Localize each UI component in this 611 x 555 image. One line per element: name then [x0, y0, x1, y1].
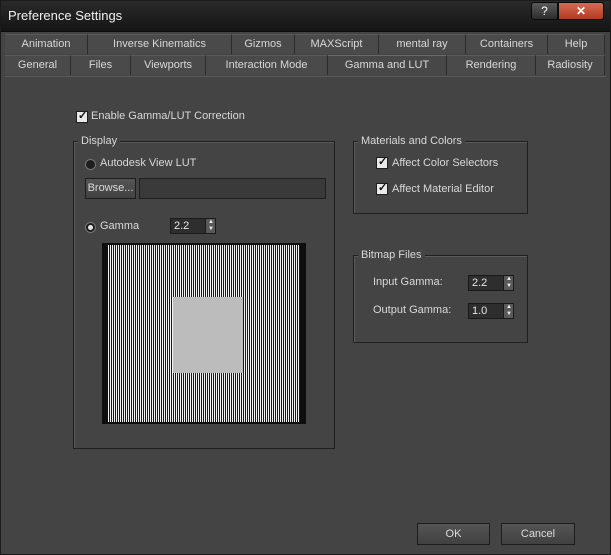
tab-maxscript[interactable]: MAXScript — [295, 34, 379, 54]
close-button[interactable]: ✕ — [558, 2, 604, 20]
help-button[interactable]: ? — [531, 2, 558, 20]
tab-row-top: Animation Inverse Kinematics Gizmos MAXS… — [5, 34, 605, 55]
checkmark-icon: ✓ — [378, 182, 388, 194]
spinner-up-icon[interactable]: ▲ — [207, 219, 215, 225]
checkmark-icon: ✓ — [78, 110, 88, 122]
tab-gamma-and-lut[interactable]: Gamma and LUT — [328, 55, 447, 75]
ok-button[interactable]: OK — [417, 523, 490, 545]
window-title: Preference Settings — [8, 8, 123, 23]
output-gamma-spinner[interactable]: ▲ ▼ — [503, 303, 514, 319]
autodesk-lut-radio[interactable] — [85, 159, 96, 170]
spinner-down-icon[interactable]: ▼ — [505, 283, 513, 289]
affect-material-editor-checkbox[interactable]: ✓ — [376, 182, 388, 195]
tab-mental-ray[interactable]: mental ray — [379, 34, 466, 54]
gamma-reference-square — [173, 297, 243, 373]
tab-viewports[interactable]: Viewports — [131, 55, 206, 75]
gamma-label: Gamma — [100, 220, 140, 232]
tab-rendering[interactable]: Rendering — [447, 55, 536, 75]
enable-gamma-label: Enable Gamma/LUT Correction — [91, 110, 245, 122]
tab-general[interactable]: General — [5, 55, 71, 75]
gamma-lut-panel: ✓ Enable Gamma/LUT Correction Display Au… — [5, 76, 606, 550]
output-gamma-label: Output Gamma: — [373, 304, 452, 316]
display-group-title: Display — [78, 135, 121, 147]
tab-inverse-kinematics[interactable]: Inverse Kinematics — [88, 34, 232, 54]
tab-gizmos[interactable]: Gizmos — [232, 34, 295, 54]
materials-colors-title: Materials and Colors — [358, 135, 465, 147]
gamma-value-field[interactable]: 2.2 — [170, 218, 206, 234]
lut-path-field[interactable] — [139, 178, 326, 199]
gamma-stripe-pattern — [108, 245, 300, 422]
input-gamma-label: Input Gamma: — [373, 276, 443, 288]
cancel-button[interactable]: Cancel — [501, 523, 575, 545]
tab-animation[interactable]: Animation — [5, 34, 88, 54]
gamma-radio[interactable] — [85, 222, 96, 233]
affect-material-editor-label: Affect Material Editor — [392, 183, 494, 195]
affect-color-selectors-label: Affect Color Selectors — [392, 157, 499, 169]
spinner-up-icon[interactable]: ▲ — [505, 304, 513, 310]
bitmap-files-title: Bitmap Files — [358, 249, 425, 261]
output-gamma-field[interactable]: 1.0 — [468, 303, 504, 319]
materials-colors-group — [353, 141, 528, 214]
gamma-spinner[interactable]: ▲ ▼ — [205, 218, 216, 234]
input-gamma-spinner[interactable]: ▲ ▼ — [503, 275, 514, 291]
input-gamma-field[interactable]: 2.2 — [468, 275, 504, 291]
tab-files[interactable]: Files — [71, 55, 131, 75]
checkmark-icon: ✓ — [378, 156, 388, 168]
spinner-up-icon[interactable]: ▲ — [505, 276, 513, 282]
enable-gamma-checkbox[interactable]: ✓ — [76, 110, 88, 123]
browse-button[interactable]: Browse... — [85, 178, 136, 199]
bitmap-files-group — [353, 255, 528, 343]
tab-help[interactable]: Help — [548, 34, 605, 54]
title-bar[interactable]: Preference Settings ? ✕ — [1, 1, 610, 32]
preference-settings-window: Preference Settings ? ✕ Animation Invers… — [0, 0, 611, 555]
affect-color-selectors-checkbox[interactable]: ✓ — [376, 156, 388, 169]
autodesk-lut-label: Autodesk View LUT — [100, 157, 197, 169]
tab-interaction-mode[interactable]: Interaction Mode — [206, 55, 328, 75]
tab-radiosity[interactable]: Radiosity — [536, 55, 605, 75]
tab-row-bottom: General Files Viewports Interaction Mode… — [5, 55, 605, 76]
spinner-down-icon[interactable]: ▼ — [505, 311, 513, 317]
gamma-preview-pattern — [102, 243, 306, 424]
spinner-down-icon[interactable]: ▼ — [207, 226, 215, 232]
tab-containers[interactable]: Containers — [466, 34, 548, 54]
